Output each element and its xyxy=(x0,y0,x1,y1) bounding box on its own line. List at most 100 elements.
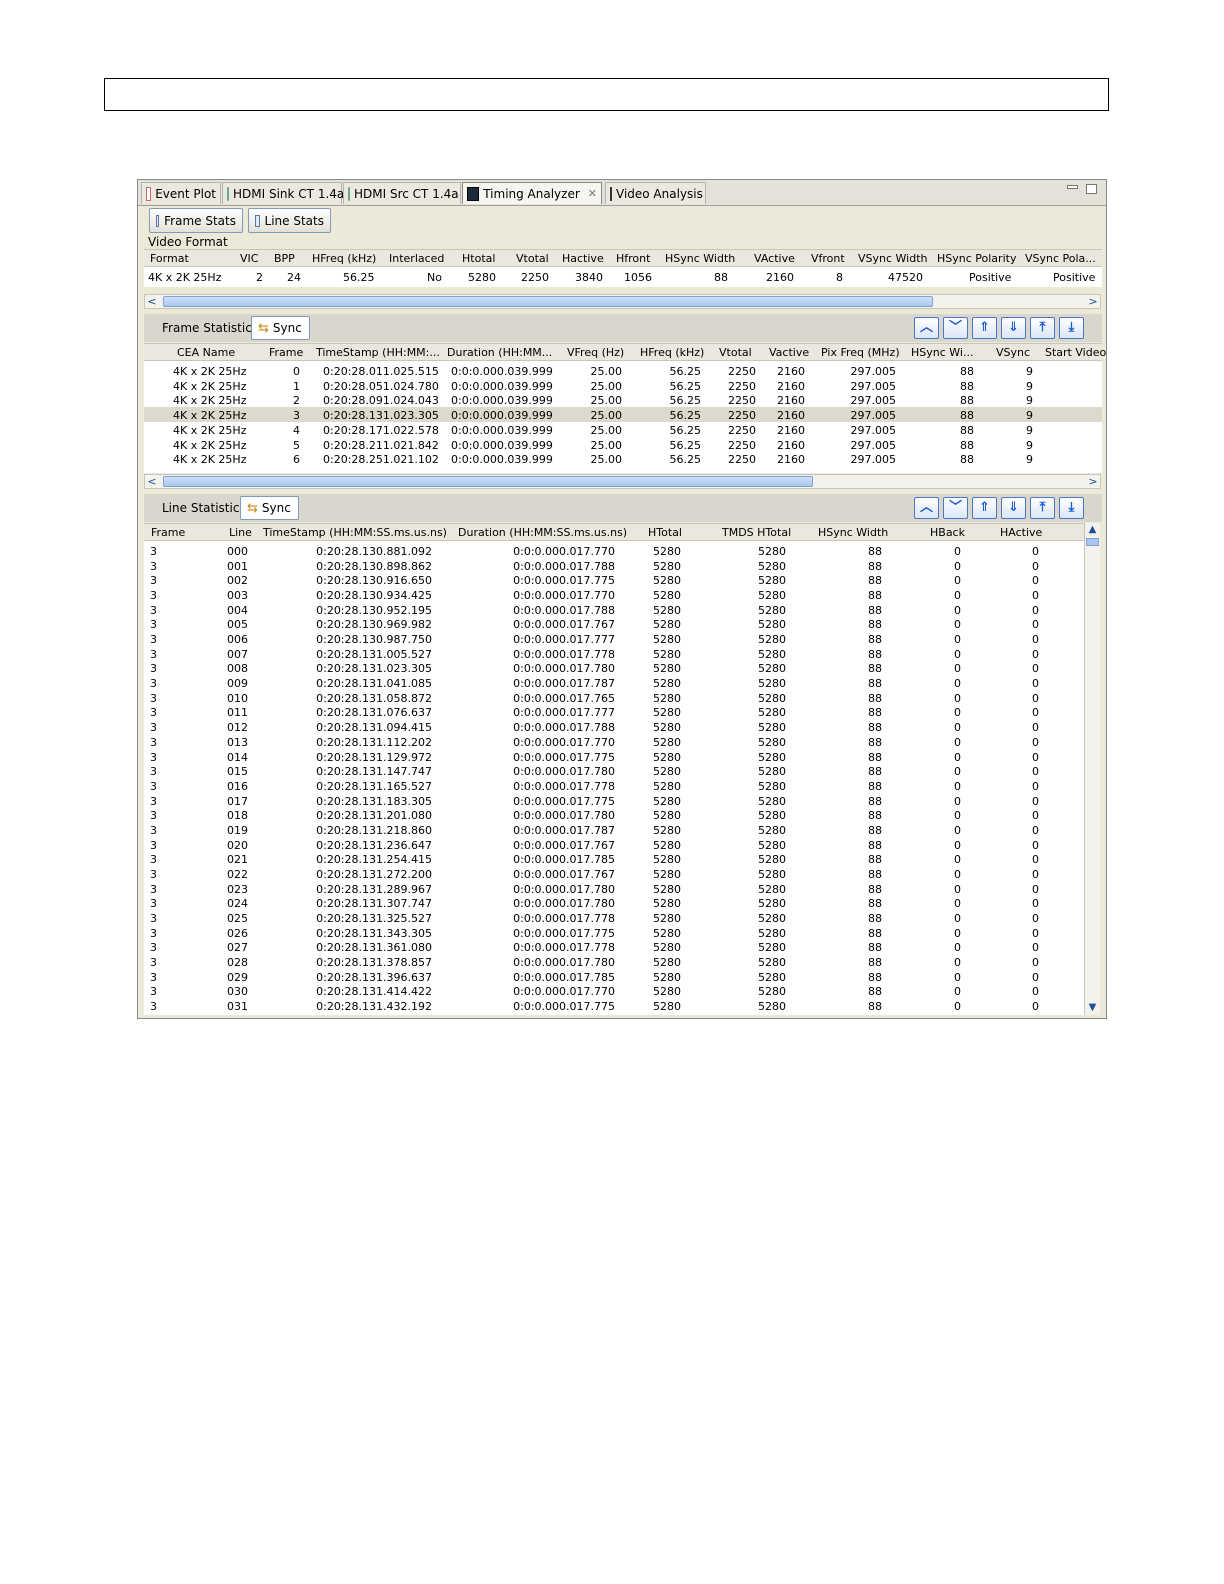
col-header[interactable]: TimeStamp (HH:MM:... xyxy=(316,346,440,359)
page-down-icon[interactable]: ⇓ xyxy=(1001,317,1026,339)
page-up-icon[interactable]: ⇑ xyxy=(972,497,997,519)
col-header[interactable]: HTotal xyxy=(648,526,682,539)
col-header[interactable]: Htotal xyxy=(462,252,495,265)
move-up-icon[interactable]: ︿ xyxy=(914,317,939,339)
col-header[interactable]: TMDS HTotal xyxy=(722,526,791,539)
go-bottom-icon[interactable]: ⤓ xyxy=(1059,497,1084,519)
table-row[interactable]: 3 003 0:20:28.130.934.425 0:0:0.000.017.770… xyxy=(144,587,1084,602)
col-header[interactable]: VSync Width xyxy=(858,252,928,265)
col-header[interactable]: VFreq (Hz) xyxy=(567,346,624,359)
tab-event-plot[interactable]: Event Plot xyxy=(141,182,221,204)
col-header[interactable]: HSync Wi... xyxy=(911,346,973,359)
tab-hdmi-sink[interactable]: HDMI Sink CT 1.4a xyxy=(222,182,344,204)
table-row[interactable]: 3 030 0:20:28.131.414.422 0:0:0.000.017.770… xyxy=(144,983,1084,998)
col-header[interactable]: Interlaced xyxy=(389,252,444,265)
go-top-icon[interactable]: ⤒ xyxy=(1030,317,1055,339)
close-icon[interactable]: ✕ xyxy=(588,187,597,200)
col-header[interactable]: Duration (HH:MM... xyxy=(447,346,552,359)
col-header[interactable]: HFreq (kHz) xyxy=(312,252,376,265)
table-row[interactable]: 3 022 0:20:28.131.272.200 0:0:0.000.017.767… xyxy=(144,866,1084,881)
col-header[interactable]: TimeStamp (HH:MM:SS.ms.us.ns) xyxy=(263,526,447,539)
col-header[interactable]: Vactive xyxy=(769,346,809,359)
col-header[interactable]: Hactive xyxy=(562,252,604,265)
scroll-left-icon[interactable]: < xyxy=(145,474,159,489)
move-up-icon[interactable]: ︿ xyxy=(914,497,939,519)
scroll-up-icon[interactable]: ▲ xyxy=(1085,523,1100,537)
col-header[interactable]: Hfront xyxy=(616,252,650,265)
col-header[interactable]: Frame xyxy=(269,346,303,359)
table-row[interactable]: 4K x 2K 25Hz 2 0:20:28.091.024.043 0:0:0.00… xyxy=(144,392,1102,407)
table-row[interactable]: 3 002 0:20:28.130.916.650 0:0:0.000.017.775… xyxy=(144,572,1084,587)
table-row[interactable]: 4K x 2K 25Hz 0 0:20:28.011.025.515 0:0:0.00… xyxy=(144,363,1102,378)
table-row[interactable]: 3 027 0:20:28.131.361.080 0:0:0.000.017.778… xyxy=(144,939,1084,954)
move-down-icon[interactable]: ﹀ xyxy=(943,317,968,339)
table-row[interactable]: 4K x 2K 25Hz 3 0:20:28.131.023.305 0:0:0.00… xyxy=(144,407,1102,423)
col-header[interactable]: VActive xyxy=(754,252,795,265)
table-row[interactable]: 3 018 0:20:28.131.201.080 0:0:0.000.017.780… xyxy=(144,807,1084,822)
col-header[interactable]: Start Video xyxy=(1045,346,1106,359)
table-row[interactable]: 3 008 0:20:28.131.023.305 0:0:0.000.017.780… xyxy=(144,660,1084,675)
table-row[interactable]: 4K x 2K 25Hz 4 0:20:28.171.022.578 0:0:0.00… xyxy=(144,422,1102,437)
table-row[interactable]: 4K x 2K 25Hz 5 0:20:28.211.021.842 0:0:0.00… xyxy=(144,437,1102,452)
minimize-icon[interactable] xyxy=(1067,185,1078,189)
line-sync-button[interactable]: ⇆ Sync xyxy=(240,496,299,520)
table-row[interactable]: 3 026 0:20:28.131.343.305 0:0:0.000.017.775… xyxy=(144,925,1084,940)
table-row[interactable]: 3 029 0:20:28.131.396.637 0:0:0.000.017.785… xyxy=(144,969,1084,984)
col-header[interactable]: CEA Name xyxy=(177,346,235,359)
table-row[interactable]: 3 023 0:20:28.131.289.967 0:0:0.000.017.780… xyxy=(144,881,1084,896)
table-row[interactable]: 3 020 0:20:28.131.236.647 0:0:0.000.017.767… xyxy=(144,837,1084,852)
col-header[interactable]: HSync Width xyxy=(818,526,888,539)
col-header[interactable]: Vfront xyxy=(811,252,845,265)
line-stats-button[interactable]: Line Stats xyxy=(248,208,331,233)
scroll-right-icon[interactable]: > xyxy=(1086,294,1100,309)
line-stats-vscrollbar[interactable]: ▲ ▼ xyxy=(1084,523,1100,1015)
frame-stats-button[interactable]: Frame Stats xyxy=(149,208,243,233)
move-down-icon[interactable]: ﹀ xyxy=(943,497,968,519)
scroll-left-icon[interactable]: < xyxy=(145,294,159,309)
table-row[interactable]: 4K x 2K 25Hz 2 24 56.25 No 5280 2250 384… xyxy=(144,269,1102,284)
col-header[interactable]: Vtotal xyxy=(516,252,549,265)
table-row[interactable]: 3 013 0:20:28.131.112.202 0:0:0.000.017.770… xyxy=(144,734,1084,749)
col-header[interactable]: VSync xyxy=(996,346,1030,359)
go-top-icon[interactable]: ⤒ xyxy=(1030,497,1055,519)
col-header[interactable]: HFreq (kHz) xyxy=(640,346,704,359)
table-row[interactable]: 4K x 2K 25Hz 1 0:20:28.051.024.780 0:0:0.00… xyxy=(144,378,1102,393)
col-header[interactable]: VIC xyxy=(240,252,258,265)
frame-sync-button[interactable]: ⇆ Sync xyxy=(251,316,310,340)
table-row[interactable]: 3 009 0:20:28.131.041.085 0:0:0.000.017.787… xyxy=(144,675,1084,690)
col-header[interactable]: Line xyxy=(229,526,252,539)
frame-stats-hscrollbar[interactable]: < > xyxy=(144,474,1101,489)
col-header[interactable]: HBack xyxy=(930,526,965,539)
table-row[interactable]: 3 016 0:20:28.131.165.527 0:0:0.000.017.778… xyxy=(144,778,1084,793)
table-row[interactable]: 3 012 0:20:28.131.094.415 0:0:0.000.017.788… xyxy=(144,719,1084,734)
scroll-thumb[interactable] xyxy=(163,296,933,307)
tab-video-analysis[interactable]: Video Analysis xyxy=(605,182,706,204)
table-row[interactable]: 3 028 0:20:28.131.378.857 0:0:0.000.017.780… xyxy=(144,954,1084,969)
table-row[interactable]: 3 011 0:20:28.131.076.637 0:0:0.000.017.777… xyxy=(144,704,1084,719)
table-row[interactable]: 3 000 0:20:28.130.881.092 0:0:0.000.017.770… xyxy=(144,543,1084,558)
col-header[interactable]: HSync Polarity xyxy=(937,252,1016,265)
go-bottom-icon[interactable]: ⤓ xyxy=(1059,317,1084,339)
table-row[interactable]: 3 019 0:20:28.131.218.860 0:0:0.000.017.787… xyxy=(144,822,1084,837)
table-row[interactable]: 3 017 0:20:28.131.183.305 0:0:0.000.017.775… xyxy=(144,793,1084,808)
table-row[interactable]: 3 007 0:20:28.131.005.527 0:0:0.000.017.778… xyxy=(144,646,1084,661)
col-header[interactable]: BPP xyxy=(274,252,295,265)
video-format-hscrollbar[interactable]: < > xyxy=(144,294,1101,309)
page-up-icon[interactable]: ⇑ xyxy=(972,317,997,339)
tab-hdmi-src[interactable]: HDMI Src CT 1.4a xyxy=(343,182,461,204)
scroll-thumb[interactable] xyxy=(163,476,813,487)
table-row[interactable]: 3 025 0:20:28.131.325.527 0:0:0.000.017.778… xyxy=(144,910,1084,925)
table-row[interactable]: 3 001 0:20:28.130.898.862 0:0:0.000.017.788… xyxy=(144,558,1084,573)
scroll-down-icon[interactable]: ▼ xyxy=(1085,1001,1100,1015)
col-header[interactable]: HActive xyxy=(1000,526,1042,539)
col-header[interactable]: Pix Freq (MHz) xyxy=(821,346,900,359)
table-row[interactable]: 3 005 0:20:28.130.969.982 0:0:0.000.017.767… xyxy=(144,616,1084,631)
page-down-icon[interactable]: ⇓ xyxy=(1001,497,1026,519)
table-row[interactable]: 3 006 0:20:28.130.987.750 0:0:0.000.017.777… xyxy=(144,631,1084,646)
tab-timing-analyzer[interactable]: Timing Analyzer ✕ xyxy=(462,182,602,204)
table-row[interactable]: 3 015 0:20:28.131.147.747 0:0:0.000.017.780… xyxy=(144,763,1084,778)
table-row[interactable]: 4K x 2K 25Hz 6 0:20:28.251.021.102 0:0:0.00… xyxy=(144,451,1102,466)
col-header[interactable]: Format xyxy=(150,252,189,265)
col-header[interactable]: HSync Width xyxy=(665,252,735,265)
scroll-right-icon[interactable]: > xyxy=(1086,474,1100,489)
